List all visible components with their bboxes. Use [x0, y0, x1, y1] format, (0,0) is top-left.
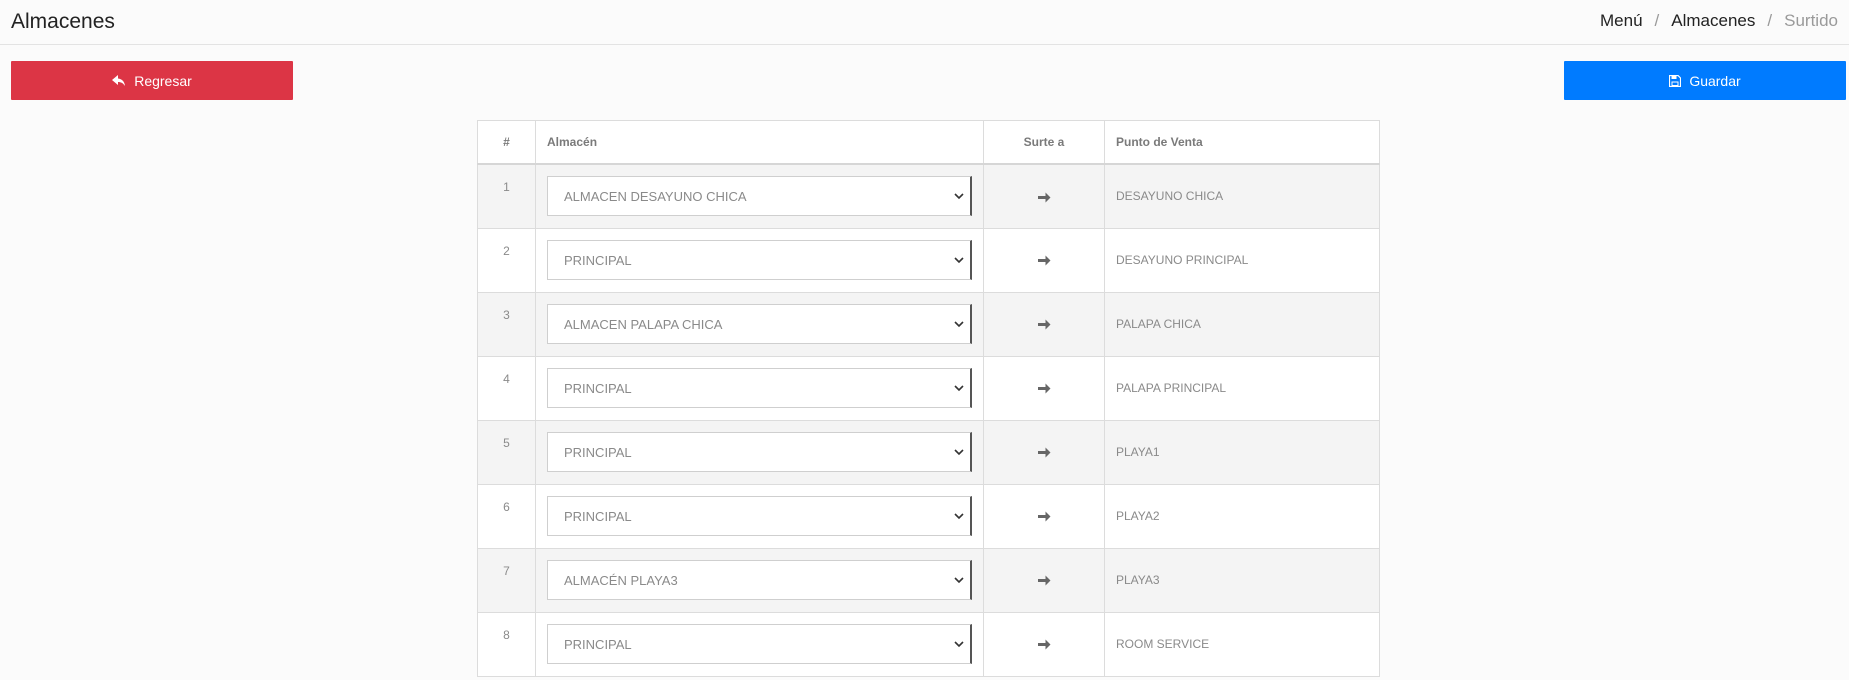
almacen-select[interactable]: ALMACEN PALAPA CHICA — [547, 304, 972, 344]
reply-arrow-icon — [112, 74, 126, 87]
table-header-row: # Almacén Surte a Punto de Venta — [477, 120, 1380, 165]
almacen-select[interactable]: PRINCIPAL — [547, 496, 972, 536]
breadcrumb-item-surtido: Surtido — [1784, 11, 1838, 30]
almacen-select[interactable]: PRINCIPAL — [547, 624, 972, 664]
almacen-select-value: PRINCIPAL — [564, 508, 632, 524]
arrow-right-icon — [1037, 637, 1051, 651]
almacen-select[interactable]: ALMACEN DESAYUNO CHICA — [547, 176, 972, 217]
top-bar: Almacenes Menú / Almacenes / Surtido — [0, 0, 1849, 45]
almacen-cell: PRINCIPAL — [535, 355, 984, 421]
breadcrumb: Menú / Almacenes / Surtido — [1600, 11, 1838, 31]
surte-cell — [983, 547, 1105, 613]
almacen-cell: PRINCIPAL — [535, 611, 984, 677]
arrow-right-icon — [1037, 573, 1051, 587]
row-number: 1 — [477, 163, 536, 229]
save-button[interactable]: Guardar — [1564, 61, 1846, 100]
punto-venta-cell: PALAPA CHICA — [1104, 291, 1380, 357]
table-row: 4 PRINCIPAL PALAPA PRINCIPAL — [477, 355, 1380, 421]
surte-cell — [983, 355, 1105, 421]
back-button[interactable]: Regresar — [11, 61, 293, 100]
row-number: 8 — [477, 611, 536, 677]
almacen-select-value: PRINCIPAL — [564, 252, 632, 268]
almacen-select-value: PRINCIPAL — [564, 380, 632, 396]
punto-venta-cell: PLAYA3 — [1104, 547, 1380, 613]
row-number: 5 — [477, 419, 536, 485]
surte-cell — [983, 419, 1105, 485]
punto-venta-cell: PALAPA PRINCIPAL — [1104, 355, 1380, 421]
row-number: 4 — [477, 355, 536, 421]
almacen-cell: ALMACEN PALAPA CHICA — [535, 291, 984, 357]
punto-venta-cell: PLAYA1 — [1104, 419, 1380, 485]
almacen-cell: PRINCIPAL — [535, 483, 984, 549]
table-row: 2 PRINCIPAL DESAYUNO PRINCIPAL — [477, 227, 1380, 293]
punto-venta-cell: DESAYUNO PRINCIPAL — [1104, 227, 1380, 293]
table-row: 1 ALMACEN DESAYUNO CHICA DESAYUNO CHICA — [477, 163, 1380, 229]
row-number: 2 — [477, 227, 536, 293]
table-row: 6 PRINCIPAL PLAYA2 — [477, 483, 1380, 549]
breadcrumb-item-menu[interactable]: Menú — [1600, 11, 1643, 31]
almacen-select[interactable]: PRINCIPAL — [547, 432, 972, 472]
row-number: 3 — [477, 291, 536, 357]
breadcrumb-item-almacenes[interactable]: Almacenes — [1671, 11, 1755, 31]
surtido-table: # Almacén Surte a Punto de Venta 1 ALMACE… — [477, 120, 1380, 677]
arrow-right-icon — [1037, 509, 1051, 523]
breadcrumb-separator: / — [1654, 11, 1660, 30]
almacen-cell: ALMACÉN PLAYA3 — [535, 547, 984, 613]
column-header-almacen: Almacén — [535, 120, 984, 165]
arrow-right-icon — [1037, 253, 1051, 267]
chevron-down-icon — [954, 576, 964, 584]
column-header-surte: Surte a — [983, 120, 1105, 165]
table-row: 5 PRINCIPAL PLAYA1 — [477, 419, 1380, 485]
page-title: Almacenes — [11, 10, 115, 33]
arrow-right-icon — [1037, 317, 1051, 331]
chevron-down-icon — [954, 193, 964, 200]
almacen-select-value: PRINCIPAL — [564, 636, 632, 652]
surte-cell — [983, 483, 1105, 549]
surte-cell — [983, 163, 1105, 229]
chevron-down-icon — [954, 384, 964, 392]
almacen-select[interactable]: ALMACÉN PLAYA3 — [547, 560, 972, 600]
punto-venta-cell: PLAYA2 — [1104, 483, 1380, 549]
chevron-down-icon — [954, 640, 964, 648]
almacen-select[interactable]: PRINCIPAL — [547, 368, 972, 408]
arrow-right-icon — [1037, 445, 1051, 459]
almacen-select[interactable]: PRINCIPAL — [547, 240, 972, 280]
row-number: 6 — [477, 483, 536, 549]
almacen-cell: PRINCIPAL — [535, 227, 984, 293]
punto-venta-cell: DESAYUNO CHICA — [1104, 163, 1380, 229]
column-header-punto-venta: Punto de Venta — [1104, 120, 1380, 165]
almacen-select-value: ALMACEN PALAPA CHICA — [564, 316, 723, 332]
table-row: 7 ALMACÉN PLAYA3 PLAYA3 — [477, 547, 1380, 613]
punto-venta-cell: ROOM SERVICE — [1104, 611, 1380, 677]
almacen-cell: PRINCIPAL — [535, 419, 984, 485]
chevron-down-icon — [954, 512, 964, 520]
floppy-disk-icon — [1669, 74, 1682, 87]
almacen-select-value: PRINCIPAL — [564, 444, 632, 460]
surte-cell — [983, 227, 1105, 293]
row-number: 7 — [477, 547, 536, 613]
table-row: 3 ALMACEN PALAPA CHICA PALAPA CHICA — [477, 291, 1380, 357]
almacen-select-value: ALMACÉN PLAYA3 — [564, 572, 678, 588]
save-button-label: Guardar — [1689, 72, 1741, 89]
almacen-select-value: ALMACEN DESAYUNO CHICA — [564, 188, 747, 204]
table-row: 8 PRINCIPAL ROOM SERVICE — [477, 611, 1380, 677]
surte-cell — [983, 291, 1105, 357]
chevron-down-icon — [954, 320, 964, 328]
almacen-cell: ALMACEN DESAYUNO CHICA — [535, 163, 984, 229]
chevron-down-icon — [954, 448, 964, 456]
back-button-label: Regresar — [134, 72, 192, 89]
breadcrumb-separator: / — [1767, 11, 1773, 30]
arrow-right-icon — [1037, 381, 1051, 395]
arrow-right-icon — [1037, 189, 1051, 203]
chevron-down-icon — [954, 256, 964, 264]
column-header-num: # — [477, 120, 536, 165]
surte-cell — [983, 611, 1105, 677]
